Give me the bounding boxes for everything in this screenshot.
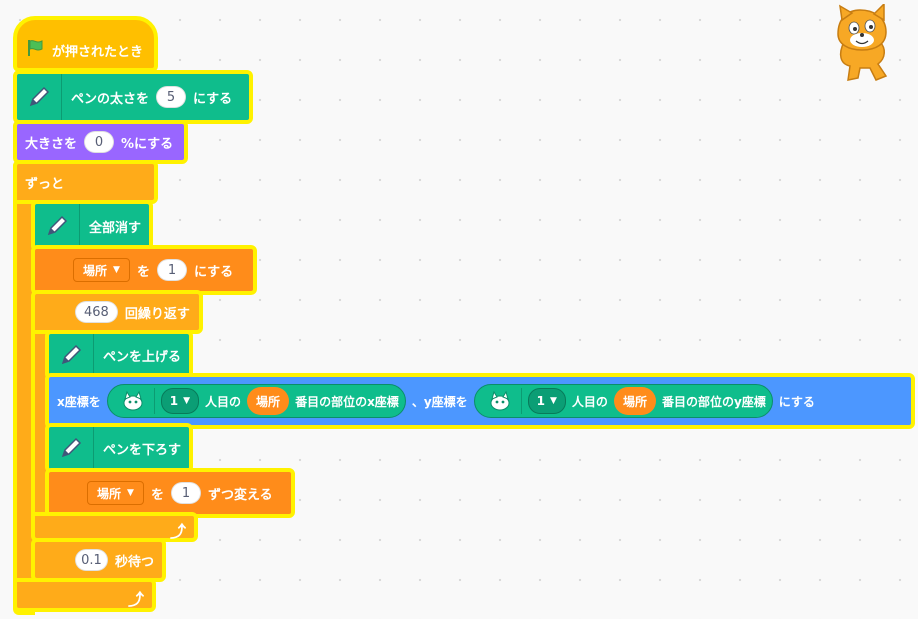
change-var-suffix: ずつ変える — [207, 487, 273, 503]
change-variable-block[interactable]: 場所 ▼ を 1 ずつ変える — [45, 468, 295, 518]
x-sprite-index: 1 — [169, 394, 179, 408]
set-variable-block[interactable]: 場所 ▼ を 1 にする — [31, 245, 257, 295]
goto-x-label: x座標を — [57, 394, 101, 409]
forever-block-header[interactable]: ずっと — [13, 160, 158, 204]
wait-seconds-input[interactable]: 0.1 — [75, 549, 108, 571]
repeat-label: 回繰り返す — [124, 306, 190, 322]
change-var-mid: を — [150, 487, 164, 503]
set-var-value-input[interactable]: 1 — [156, 259, 187, 281]
chevron-down-icon: ▼ — [550, 396, 557, 406]
variable-dropdown[interactable]: 場所 ▼ — [87, 481, 144, 505]
variable-dropdown[interactable]: 場所 ▼ — [73, 258, 130, 282]
variable-name: 場所 — [97, 486, 122, 501]
pen-up-label: ペンを上げる — [102, 349, 181, 365]
pen-size-suffix: にする — [193, 91, 233, 107]
wait-label: 秒待つ — [114, 554, 154, 570]
wait-block[interactable]: 0.1 秒待つ — [31, 538, 166, 582]
sprite-thumbnail-icon — [112, 388, 155, 414]
change-var-value-input[interactable]: 1 — [170, 482, 201, 504]
set-var-mid: を — [136, 264, 150, 280]
pen-down-block[interactable]: ペンを下ろす — [45, 423, 193, 473]
pen-size-prefix: ペンの太さを — [71, 91, 150, 107]
set-size-prefix: 大きさを — [25, 136, 78, 152]
sensing-of-x-reporter[interactable]: 1 ▼ 人目の 場所 番目の部位のx座標 — [106, 384, 406, 418]
y-ninme-label: 人目の — [571, 394, 608, 409]
pen-down-label: ペンを下ろす — [102, 442, 181, 458]
sprite-index-dropdown[interactable]: 1 ▼ — [527, 388, 566, 414]
x-part-label: 番目の部位のx座標 — [295, 394, 399, 409]
sprite-thumbnail-icon — [479, 388, 522, 414]
forever-block-footer[interactable]: ⤴ — [13, 578, 156, 612]
scratch-cat-icon — [830, 2, 896, 88]
loop-arrow-icon: ⤴ — [127, 590, 144, 609]
repeat-count-input[interactable]: 468 — [75, 301, 118, 323]
hat-label: が押されたとき — [52, 44, 144, 60]
set-var-suffix: にする — [193, 264, 234, 280]
sprite-index-dropdown[interactable]: 1 ▼ — [160, 388, 200, 414]
pen-size-input[interactable]: 5 — [156, 86, 187, 108]
loop-arrow-icon: ⤴ — [169, 522, 186, 541]
chevron-down-icon: ▼ — [127, 488, 134, 498]
size-input[interactable]: 0 — [84, 131, 115, 153]
y-sprite-index: 1 — [536, 394, 545, 408]
pen-icon — [35, 204, 80, 248]
goto-suffix: にする — [778, 394, 815, 409]
pen-icon — [17, 74, 62, 120]
sensing-of-y-reporter[interactable]: 1 ▼ 人目の 場所 番目の部位のy座標 — [473, 384, 773, 418]
forever-label: ずっと — [25, 176, 65, 192]
set-size-block[interactable]: 大きさを 0 %にする — [13, 120, 188, 164]
pen-icon — [49, 334, 94, 376]
when-flag-clicked-block[interactable]: が押されたとき — [13, 16, 158, 72]
goto-separator: 、y座標を — [411, 394, 468, 409]
set-size-suffix: %にする — [121, 136, 174, 152]
variable-reporter[interactable]: 場所 — [613, 387, 656, 415]
x-ninme-label: 人目の — [205, 394, 242, 409]
variable-name: 場所 — [83, 263, 108, 278]
goto-xy-block[interactable]: x座標を 1 ▼ 人目の 場所 番目の部位のx座標 、y座標を 1 ▼ 人目の … — [45, 373, 915, 429]
chevron-down-icon: ▼ — [113, 265, 120, 275]
clear-label: 全部消す — [88, 220, 141, 236]
pen-icon — [49, 427, 94, 469]
y-part-label: 番目の部位のy座標 — [661, 394, 766, 409]
set-pen-size-block[interactable]: ペンの太さを 5 にする — [13, 70, 253, 124]
repeat-block-header[interactable]: 468 回繰り返す — [31, 290, 203, 334]
code-area[interactable]: が押されたとき ペンの太さを 5 にする 大きさを 0 %にする ずっと 全部消… — [0, 0, 918, 619]
variable-reporter[interactable]: 場所 — [247, 387, 290, 415]
chevron-down-icon: ▼ — [183, 396, 191, 406]
green-flag-icon — [25, 38, 45, 62]
